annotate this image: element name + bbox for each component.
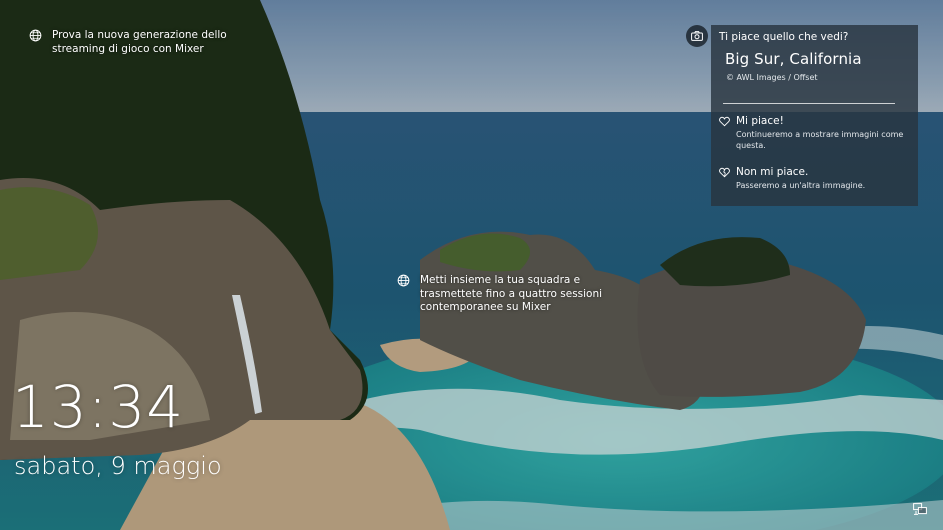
like-option[interactable]: Mi piace! Continueremo a mostrare immagi…	[719, 115, 903, 151]
hotspot-mixer-streaming[interactable]: Prova la nuova generazione dello streami…	[29, 29, 227, 56]
hotspot-line: streaming di gioco con Mixer	[52, 42, 204, 55]
heart-icon	[719, 116, 730, 127]
lockscreen-date: sabato, 9 maggio	[14, 452, 222, 480]
hotspot-mixer-squad[interactable]: Metti insieme la tua squadra e trasmette…	[397, 274, 602, 315]
location-title: Big Sur, California	[725, 50, 862, 68]
like-title: Mi piace!	[736, 115, 784, 127]
lockscreen-clock: 13:34	[12, 373, 185, 441]
hotspot-line: Metti insieme la tua squadra e	[420, 274, 581, 286]
like-description: Continueremo a mostrare immagini come qu…	[736, 129, 903, 151]
hotspot-line: Prova la nuova generazione dello	[52, 29, 227, 41]
camera-button[interactable]	[686, 25, 708, 47]
panel-question: Ti piace quello che vedi?	[719, 31, 849, 43]
camera-icon	[691, 31, 703, 41]
like-description-line: questa.	[736, 141, 766, 150]
spotlight-info-panel: Ti piace quello che vedi? Big Sur, Calif…	[711, 25, 918, 206]
dislike-option-text: Non mi piace. Passeremo a un'altra immag…	[736, 166, 865, 191]
like-option-text: Mi piace! Continueremo a mostrare immagi…	[736, 115, 903, 151]
hotspot-line: trasmettete fino a quattro sessioni	[420, 287, 603, 300]
dislike-option[interactable]: Non mi piace. Passeremo a un'altra immag…	[719, 166, 865, 191]
globe-icon	[29, 29, 42, 42]
dislike-title: Non mi piace.	[736, 166, 809, 178]
dislike-description-line: Passeremo a un'altra immagine.	[736, 181, 866, 190]
hotspot-text: Prova la nuova generazione dello streami…	[52, 29, 227, 56]
panel-divider	[723, 103, 895, 104]
dislike-description: Passeremo a un'altra immagine.	[736, 180, 865, 191]
hotspot-line: contemporanee su Mixer	[420, 301, 551, 313]
hotspot-text: Metti insieme la tua squadra e trasmette…	[420, 274, 602, 315]
heart-broken-icon	[719, 167, 730, 178]
like-description-line: Continueremo a mostrare immagini come	[736, 130, 904, 139]
globe-icon	[397, 274, 410, 287]
image-credit: © AWL Images / Offset	[726, 73, 818, 82]
network-icon[interactable]	[913, 503, 927, 515]
